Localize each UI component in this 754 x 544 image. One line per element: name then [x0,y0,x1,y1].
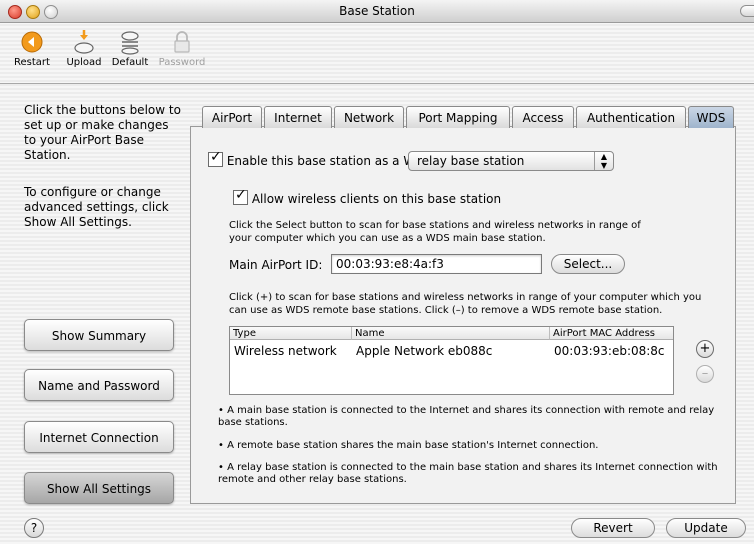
upload-icon [74,30,94,54]
add-remote-button[interactable]: + [696,340,714,358]
name-and-password-button[interactable]: Name and Password [24,369,174,401]
allow-clients-row: Allow wireless clients on this base stat… [233,187,502,206]
select-info-text: Click the Select button to scan for base… [229,220,641,244]
table-row-type[interactable]: Wireless network [234,344,337,358]
select-button[interactable]: Select... [551,254,625,274]
allow-clients-label: Allow wireless clients on this base stat… [251,192,502,206]
main-airport-id-label: Main AirPort ID: [229,258,323,272]
tab-airport[interactable]: AirPort [202,106,262,128]
note-relay-base-station: • A relay base station is connected to t… [218,462,718,485]
password-button: Password [156,29,208,68]
remote-info-text: Click (+) to scan for base stations and … [229,292,702,316]
wds-mode-value: relay base station [417,154,525,168]
column-header-name[interactable]: Name [352,327,550,340]
enable-wds-label: Enable this base station as a WDS [226,154,433,168]
update-button[interactable]: Update [666,518,746,538]
restart-button[interactable]: Restart [6,29,58,68]
table-row-mac[interactable]: 00:03:93:eb:08:8c [554,344,665,358]
remove-remote-button[interactable]: – [696,365,714,383]
note-remote-base-station: • A remote base station shares the main … [218,440,599,451]
wds-mode-select[interactable]: relay base station ▲ ▼ [408,151,614,171]
upload-label: Upload [66,57,102,68]
title-bar: Base Station [0,0,754,23]
wds-remote-table[interactable]: Type Name AirPort MAC Address Wireless n… [229,326,674,395]
window-title: Base Station [339,4,415,18]
note-main-base-station: • A main base station is connected to th… [218,405,715,428]
enable-wds-row: Enable this base station as a WDS [208,149,433,168]
column-header-type[interactable]: Type [230,327,352,340]
revert-button[interactable]: Revert [571,518,655,538]
show-all-settings-button[interactable]: Show All Settings [24,472,174,504]
toolbar: Restart Upload Default Password [0,23,754,84]
tab-access[interactable]: Access [512,106,574,128]
default-button[interactable]: Default [104,29,156,68]
tab-wds[interactable]: WDS [688,106,734,128]
sidebar-intro-text: Click the buttons below to set up or mak… [24,103,181,162]
main-airport-id-field[interactable]: 00:03:93:e8:4a:f3 [331,254,542,274]
restart-icon [21,31,43,53]
tab-authentication[interactable]: Authentication [576,106,686,128]
internet-connection-button[interactable]: Internet Connection [24,421,174,453]
tab-network[interactable]: Network [334,106,404,128]
tab-internet[interactable]: Internet [264,106,332,128]
enable-wds-checkbox[interactable] [208,149,223,167]
password-label: Password [158,57,206,68]
column-header-mac[interactable]: AirPort MAC Address [550,327,673,340]
allow-clients-checkbox[interactable] [233,187,248,205]
default-icon [121,31,139,55]
table-row-name[interactable]: Apple Network eb088c [356,344,492,358]
sidebar-configure-text: To configure or change advanced settings… [24,185,169,229]
select-arrows-icon: ▲ ▼ [594,152,613,170]
base-station-window: Base Station Restart Upload Default Pass… [0,0,754,544]
upload-button[interactable]: Upload [58,29,110,68]
restart-label: Restart [14,57,50,68]
toolbar-toggle-button[interactable] [740,5,754,17]
tab-port-mapping[interactable]: Port Mapping [406,106,510,128]
lock-icon [174,31,190,53]
default-label: Default [111,57,149,68]
help-button[interactable]: ? [24,518,44,538]
show-summary-button[interactable]: Show Summary [24,319,174,351]
